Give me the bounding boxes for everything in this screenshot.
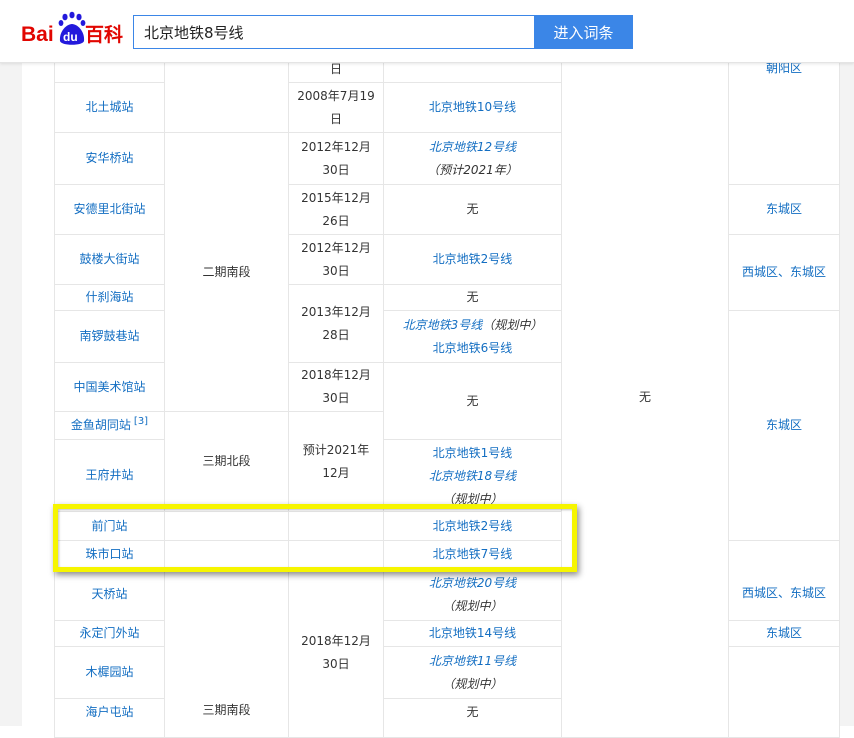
table-cell-date: 2018年12月30日 <box>288 362 384 412</box>
station-link[interactable]: 南锣鼓巷站 <box>79 325 139 348</box>
station-link[interactable]: 北土城站 <box>85 96 133 119</box>
table-cell-date: 2013年12月28日 <box>288 284 384 363</box>
left-margin <box>0 62 22 726</box>
table-cell-district <box>728 646 840 738</box>
table-row-station[interactable]: 安德里北街站 <box>54 184 165 235</box>
table-cell-transfer: 北京地铁20号线 （规划中） <box>383 568 562 621</box>
table-row-station[interactable]: 海户屯站 <box>54 698 165 738</box>
transfer-note: （规划中） <box>442 598 503 613</box>
search-input[interactable] <box>133 15 534 49</box>
table-cell-section <box>164 56 289 133</box>
enter-entry-button[interactable]: 进入词条 <box>534 15 633 49</box>
transfer-note: （规划中） <box>442 676 503 691</box>
transfer-link[interactable]: 北京地铁3号线 <box>403 318 483 332</box>
table-cell-date: 2015年12月26日 <box>288 184 384 235</box>
section-label: 三期南段 <box>202 703 251 717</box>
baidu-baike-logo[interactable]: Bai du 百科 <box>21 11 126 51</box>
logo-baike-text: 百科 <box>85 23 123 46</box>
reference-link[interactable]: [3] <box>134 416 148 427</box>
transfer-note: （规划中） <box>482 317 543 332</box>
table-cell-district: 西城区、东城区 <box>728 540 840 621</box>
table-cell-section: 二期南段 <box>164 132 289 412</box>
district-link[interactable]: 东城区 <box>766 414 802 437</box>
transfer-link[interactable]: 北京地铁10号线 <box>429 96 516 119</box>
transfer-link[interactable]: 北京地铁6号线 <box>433 337 513 360</box>
district-link[interactable]: 东城区 <box>766 198 802 221</box>
table-cell-date: 2012年12月30日 <box>288 234 384 285</box>
table-row-station[interactable]: 木樨园站 <box>54 646 165 699</box>
table-cell-section: 三期南段 <box>164 568 289 738</box>
transfer-link[interactable]: 北京地铁12号线 <box>429 136 516 159</box>
station-link[interactable]: 海户屯站 <box>85 701 133 724</box>
table-cell-transfer: 北京地铁12号线 （预计2021年） <box>383 132 562 185</box>
table-cell-date: 2012年12月30日 <box>288 132 384 185</box>
table-row-station[interactable]: 什刹海站 <box>54 284 165 311</box>
district-link[interactable]: 西城区、东城区 <box>742 582 826 605</box>
right-margin <box>840 62 854 726</box>
table-cell-transfer: 无 <box>383 698 562 738</box>
logo-bai-text: Bai <box>21 23 54 46</box>
table-cell-opening: 无 <box>561 56 729 738</box>
table-cell-transfer: 北京地铁1号线 北京地铁18号线 （规划中） <box>383 439 562 512</box>
table-cell-transfer: 北京地铁11号线 （规划中） <box>383 646 562 699</box>
header-bar: Bai du 百科 进入词条 <box>0 0 854 63</box>
transfer-link[interactable]: 北京地铁1号线 <box>433 442 513 465</box>
section-label: 三期北段 <box>202 454 251 468</box>
table-row-station[interactable]: 金鱼胡同站 [3] <box>54 411 165 440</box>
table-row-station[interactable]: 安华桥站 <box>54 132 165 185</box>
station-link[interactable]: 木樨园站 <box>85 661 133 684</box>
station-link[interactable]: 王府井站 <box>85 464 133 487</box>
station-link[interactable]: 什刹海站 <box>85 286 133 309</box>
table-cell-date: 2008年7月19日 <box>288 82 384 133</box>
opening-value: 无 <box>638 389 651 404</box>
logo-du-text: du <box>63 30 78 44</box>
table-cell-transfer: 北京地铁2号线 <box>383 234 562 285</box>
table-cell-district: 东城区 <box>728 184 840 235</box>
table-row-station[interactable]: 南锣鼓巷站 <box>54 310 165 363</box>
table-row-station[interactable]: 北土城站 <box>54 82 165 133</box>
table-row-station[interactable]: 鼓楼大街站 <box>54 234 165 285</box>
station-link[interactable]: 永定门外站 <box>79 622 139 645</box>
table-row-station[interactable]: 永定门外站 <box>54 620 165 647</box>
transfer-none: 无 <box>466 290 479 304</box>
transfer-link[interactable]: 北京地铁18号线 <box>429 465 516 488</box>
table-cell-district: 西城区、东城区 <box>728 234 840 311</box>
station-link[interactable]: 安德里北街站 <box>73 198 145 221</box>
transfer-none: 无 <box>466 393 479 408</box>
district-link[interactable]: 西城区、东城区 <box>742 261 826 284</box>
table-cell-transfer: 北京地铁14号线 <box>383 620 562 647</box>
transfer-none: 无 <box>466 202 479 216</box>
table-cell-district: 朝阳区 <box>728 56 840 185</box>
table-cell-date: 预计2021年12月 <box>288 411 384 512</box>
highlight-box <box>53 504 577 572</box>
table-cell-transfer: 北京地铁3号线（规划中） 北京地铁6号线 <box>383 310 562 363</box>
transfer-note: （预计2021年） <box>427 162 518 177</box>
station-link[interactable]: 鼓楼大街站 <box>79 248 139 271</box>
station-link[interactable]: 天桥站 <box>91 583 127 606</box>
station-link[interactable]: 安华桥站 <box>85 147 133 170</box>
table-cell-section: 三期北段 <box>164 411 289 512</box>
table-cell-transfer: 无 <box>383 184 562 235</box>
transfer-link[interactable]: 北京地铁20号线 <box>429 572 516 595</box>
table-cell-date: 2018年12月30日 <box>288 568 384 738</box>
table-row-station[interactable]: 天桥站 <box>54 568 165 621</box>
table-cell-transfer: 无 <box>383 284 562 311</box>
section-label: 二期南段 <box>202 264 251 279</box>
transfer-link[interactable]: 北京地铁14号线 <box>429 622 516 645</box>
station-link[interactable]: 中国美术馆站 <box>73 376 145 399</box>
table-cell-district: 东城区 <box>728 310 840 541</box>
table-row-station[interactable]: 王府井站 <box>54 439 165 512</box>
table-cell-transfer: 北京地铁10号线 <box>383 82 562 133</box>
station-link[interactable]: 金鱼胡同站 <box>71 418 131 432</box>
table-row-station[interactable]: 中国美术馆站 <box>54 362 165 412</box>
transfer-none: 无 <box>466 705 479 719</box>
stations-table: 北土城站 安华桥站 安德里北街站 鼓楼大街站 什刹海站 南锣鼓巷站 中国美术馆站… <box>22 0 840 738</box>
table-cell-district: 东城区 <box>728 620 840 647</box>
table-cell-transfer: 无 <box>383 362 562 440</box>
district-link[interactable]: 东城区 <box>766 622 802 645</box>
transfer-link[interactable]: 北京地铁11号线 <box>429 650 516 673</box>
transfer-link[interactable]: 北京地铁2号线 <box>433 248 513 271</box>
